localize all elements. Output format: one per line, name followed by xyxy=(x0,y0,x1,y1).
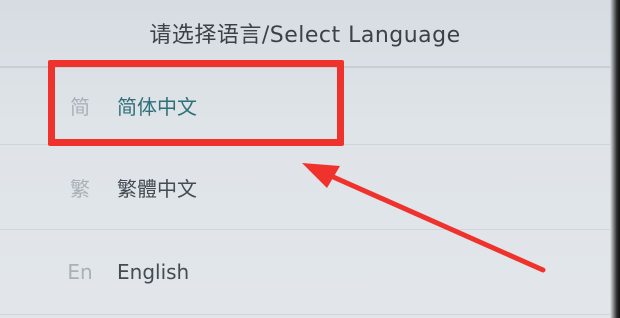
screen: 请选择语言/Select Language 简 简体中文 繁 繁體中文 En E… xyxy=(0,0,620,318)
device-bezel xyxy=(610,0,620,318)
red-arrow-annotation xyxy=(302,163,546,273)
